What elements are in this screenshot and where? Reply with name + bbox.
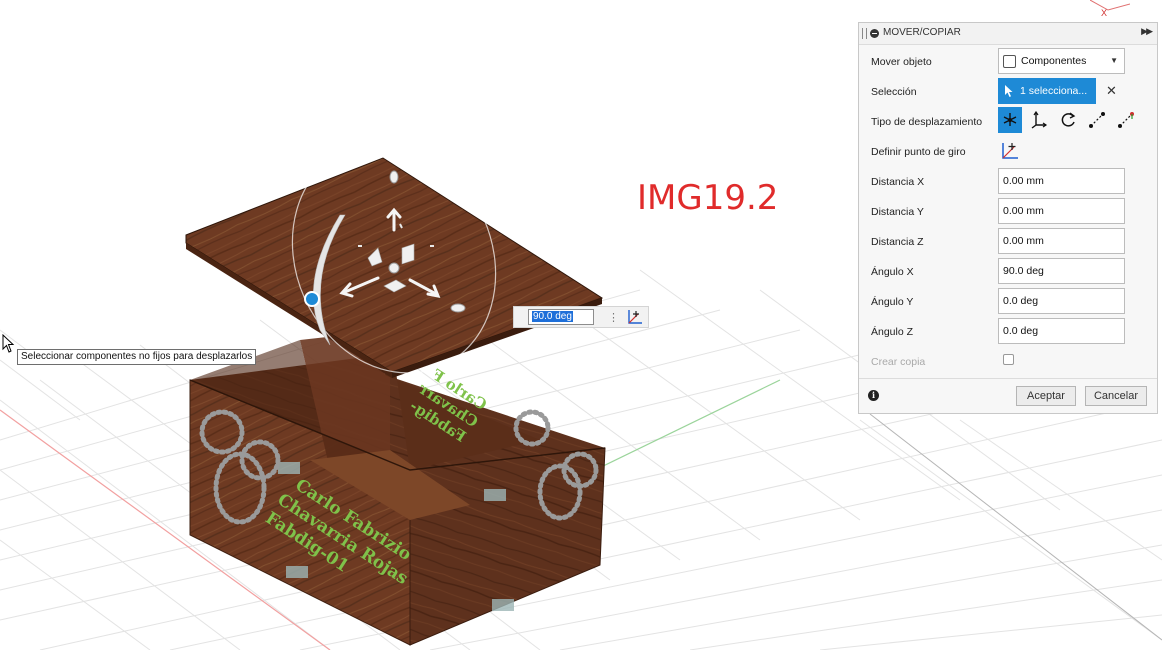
label-tipo-desplazamiento: Tipo de desplazamiento [871, 116, 983, 128]
component-icon [1003, 54, 1016, 68]
label-distancia-y: Distancia Y [871, 206, 924, 218]
label-crear-copia: Crear copia [871, 356, 926, 368]
cancel-button[interactable]: Cancelar [1085, 386, 1147, 406]
mover-objeto-select[interactable]: Componentes ▼ [998, 48, 1125, 74]
panel-title: MOVER/COPIAR [883, 27, 961, 38]
image-label: IMG19.2 [637, 178, 779, 218]
label-angulo-y: Ángulo Y [871, 296, 914, 308]
more-options-icon[interactable]: ⋮ [608, 310, 619, 326]
pivot-icon[interactable] [1000, 141, 1020, 161]
pointer-cursor-icon [2, 334, 15, 353]
info-icon[interactable]: i [868, 390, 879, 401]
translate-icon[interactable] [1027, 107, 1051, 133]
label-punto-giro: Definir punto de giro [871, 146, 966, 158]
angulo-y-field[interactable]: 0.0 deg [998, 288, 1125, 314]
panel-header: MOVER/COPIAR ▶▶ [859, 23, 1157, 45]
distancia-z-field[interactable]: 0.00 mm [998, 228, 1125, 254]
box-body[interactable]: Carlo Fabrizio Chavarria Rojas Fabdig-01… [189, 330, 606, 646]
panel-divider [859, 378, 1157, 379]
angle-input-box: 90.0 deg ⋮ [513, 306, 649, 328]
tooltip: Seleccionar componentes no fijos para de… [17, 349, 257, 365]
view-cube-fragment[interactable]: X [1090, 0, 1130, 20]
free-move-icon[interactable] [998, 107, 1022, 133]
close-icon[interactable]: ✕ [1106, 83, 1117, 99]
label-distancia-z: Distancia Z [871, 236, 924, 248]
angulo-z-field[interactable]: 0.0 deg [998, 318, 1125, 344]
svg-text:X: X [1101, 8, 1107, 18]
drag-grip-icon[interactable] [862, 28, 867, 39]
crear-copia-checkbox[interactable] [1003, 354, 1014, 365]
selection-button[interactable]: 1 selecciona... [998, 78, 1096, 104]
distancia-y-field[interactable]: 0.00 mm [998, 198, 1125, 224]
collapse-icon[interactable] [870, 29, 879, 38]
chevron-down-icon: ▼ [1110, 56, 1118, 65]
rotation-handle[interactable] [304, 291, 320, 307]
angle-input-value: 90.0 deg [532, 311, 573, 322]
select-arrow-icon [1005, 85, 1013, 97]
expand-icon[interactable]: ▶▶ [1141, 26, 1153, 37]
label-mover-objeto: Mover objeto [871, 56, 932, 68]
label-distancia-x: Distancia X [871, 176, 925, 188]
distancia-x-field[interactable]: 0.00 mm [998, 168, 1125, 194]
point-to-position-icon[interactable] [1114, 107, 1138, 133]
angulo-x-field[interactable]: 90.0 deg [998, 258, 1125, 284]
angle-input[interactable]: 90.0 deg [528, 309, 594, 325]
move-copy-panel: MOVER/COPIAR ▶▶ Mover objeto Componentes… [858, 22, 1158, 414]
mover-objeto-value: Componentes [1021, 55, 1087, 67]
label-angulo-x: Ángulo X [871, 266, 914, 278]
point-to-point-icon[interactable] [1085, 107, 1109, 133]
selection-value: 1 selecciona... [1020, 85, 1088, 97]
rotate-icon[interactable] [1056, 107, 1080, 133]
ok-button[interactable]: Aceptar [1016, 386, 1076, 406]
label-angulo-z: Ángulo Z [871, 326, 914, 338]
label-seleccion: Selección [871, 86, 917, 98]
pivot-icon[interactable] [626, 309, 644, 325]
axis-y-line [869, 413, 1162, 641]
